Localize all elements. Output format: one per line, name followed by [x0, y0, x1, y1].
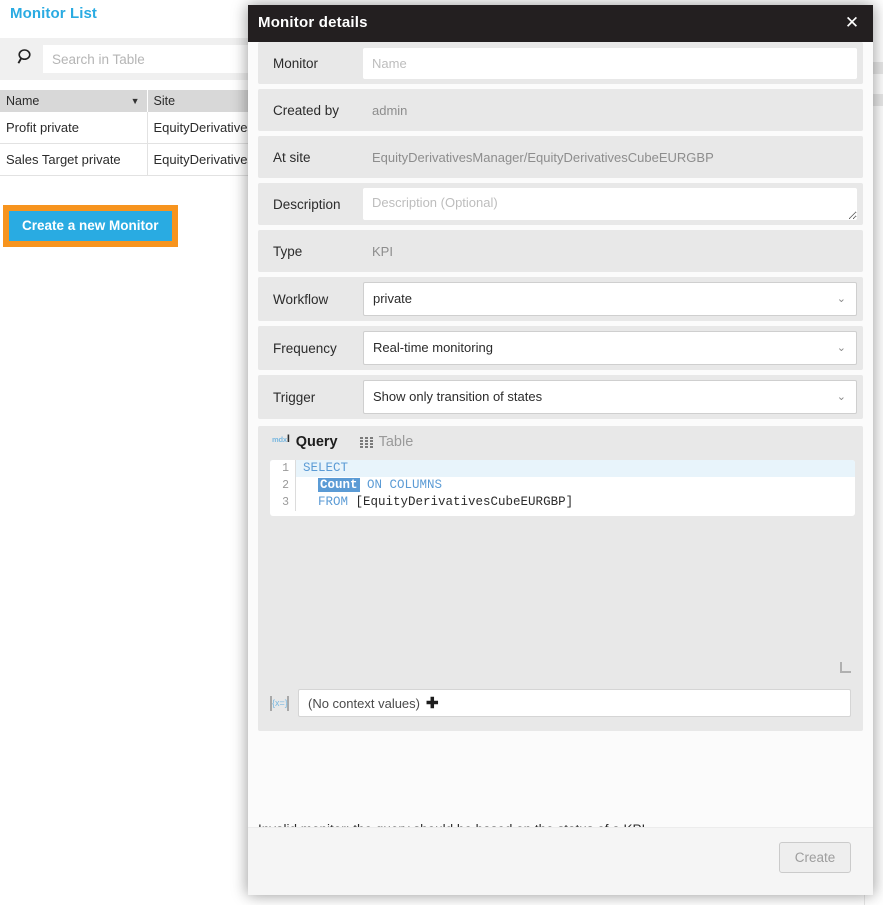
editor-line: 1 SELECT — [270, 460, 855, 477]
monitor-name-input[interactable] — [363, 47, 857, 79]
monitor-details-dialog: Monitor details ✕ Monitor Created by At … — [248, 5, 873, 895]
field-row-description: Description — [258, 183, 863, 225]
chevron-down-icon: ⌄ — [836, 293, 846, 305]
dialog-body: Monitor Created by At site Description — [248, 42, 873, 895]
create-new-monitor-button[interactable]: Create a new Monitor — [9, 211, 172, 241]
query-panel: mdxI Query Table 1 SELECT 2 Count ON COL… — [258, 426, 863, 731]
trigger-select-value: Show only transition of states — [373, 389, 543, 404]
frequency-select[interactable]: Real-time monitoring ⌄ — [363, 331, 857, 365]
type-input — [363, 235, 857, 267]
context-values-icon: {x=} — [270, 695, 289, 711]
close-icon[interactable]: ✕ — [842, 13, 862, 33]
field-label-monitor: Monitor — [273, 55, 319, 71]
context-values-label: (No context values) — [308, 695, 420, 711]
context-values-field[interactable]: (No context values) ✚ — [298, 689, 851, 717]
editor-line: 3 FROM [EquityDerivativesCubeEURGBP] — [270, 494, 855, 511]
field-label-description: Description — [273, 196, 341, 212]
chevron-down-icon: ⌄ — [836, 342, 846, 354]
tab-query[interactable]: mdxI Query — [272, 433, 338, 450]
workflow-select-value: private — [373, 291, 413, 306]
add-context-value-icon[interactable]: ✚ — [426, 696, 439, 711]
dialog-header: Monitor details ✕ — [248, 5, 873, 42]
editor-line: 2 Count ON COLUMNS — [270, 477, 855, 494]
line-code: Count ON COLUMNS — [318, 478, 443, 492]
column-header-site-label: Site — [153, 94, 176, 108]
page-title: Monitor List — [10, 5, 98, 22]
search-icon — [14, 48, 36, 70]
tab-query-label: Query — [295, 434, 338, 450]
description-textarea[interactable] — [363, 188, 857, 220]
line-code: SELECT — [303, 461, 349, 475]
mdx-cursor-icon: mdxI — [272, 433, 290, 445]
cell-name: Profit private — [0, 112, 148, 144]
dialog-footer: Create — [248, 827, 873, 895]
created-by-input — [363, 94, 857, 126]
field-row-type: Type — [258, 230, 863, 272]
field-label-workflow: Workflow — [273, 291, 329, 307]
field-label-trigger: Trigger — [273, 389, 316, 405]
field-row-frequency: Frequency Real-time monitoring ⌄ — [258, 326, 863, 370]
table-grid-icon — [359, 436, 373, 448]
field-label-created-by: Created by — [273, 102, 340, 118]
create-button[interactable]: Create — [779, 842, 851, 873]
line-number: 1 — [270, 460, 296, 477]
sort-descending-icon[interactable]: ▼ — [131, 96, 140, 106]
at-site-input — [363, 141, 857, 173]
tab-table-label: Table — [378, 434, 414, 450]
column-header-name[interactable]: Name ▼ — [0, 90, 148, 112]
query-tab-bar: mdxI Query Table — [272, 433, 414, 450]
mdx-query-editor[interactable]: 1 SELECT 2 Count ON COLUMNS 3 FROM [Equi… — [270, 460, 855, 516]
create-monitor-focus-ring: Create a new Monitor — [3, 205, 178, 247]
cell-name: Sales Target private — [0, 143, 148, 176]
context-values-row: {x=} (No context values) ✚ — [270, 689, 851, 717]
selected-token: Count — [318, 478, 360, 492]
field-row-monitor: Monitor — [258, 42, 863, 84]
frequency-select-value: Real-time monitoring — [373, 340, 493, 355]
dialog-title: Monitor details — [258, 14, 368, 31]
editor-resize-handle[interactable] — [840, 662, 851, 673]
chevron-down-icon: ⌄ — [836, 391, 846, 403]
field-label-type: Type — [273, 243, 303, 259]
field-row-created-by: Created by — [258, 89, 863, 131]
field-row-workflow: Workflow private ⌄ — [258, 277, 863, 321]
column-header-name-label: Name — [6, 94, 40, 108]
field-row-trigger: Trigger Show only transition of states ⌄ — [258, 375, 863, 419]
line-number: 3 — [270, 494, 296, 511]
trigger-select[interactable]: Show only transition of states ⌄ — [363, 380, 857, 414]
tab-table[interactable]: Table — [359, 434, 414, 450]
field-row-at-site: At site — [258, 136, 863, 178]
workflow-select[interactable]: private ⌄ — [363, 282, 857, 316]
line-code: FROM [EquityDerivativesCubeEURGBP] — [318, 495, 574, 509]
field-label-frequency: Frequency — [273, 340, 337, 356]
field-label-at-site: At site — [273, 149, 311, 165]
line-number: 2 — [270, 477, 296, 494]
